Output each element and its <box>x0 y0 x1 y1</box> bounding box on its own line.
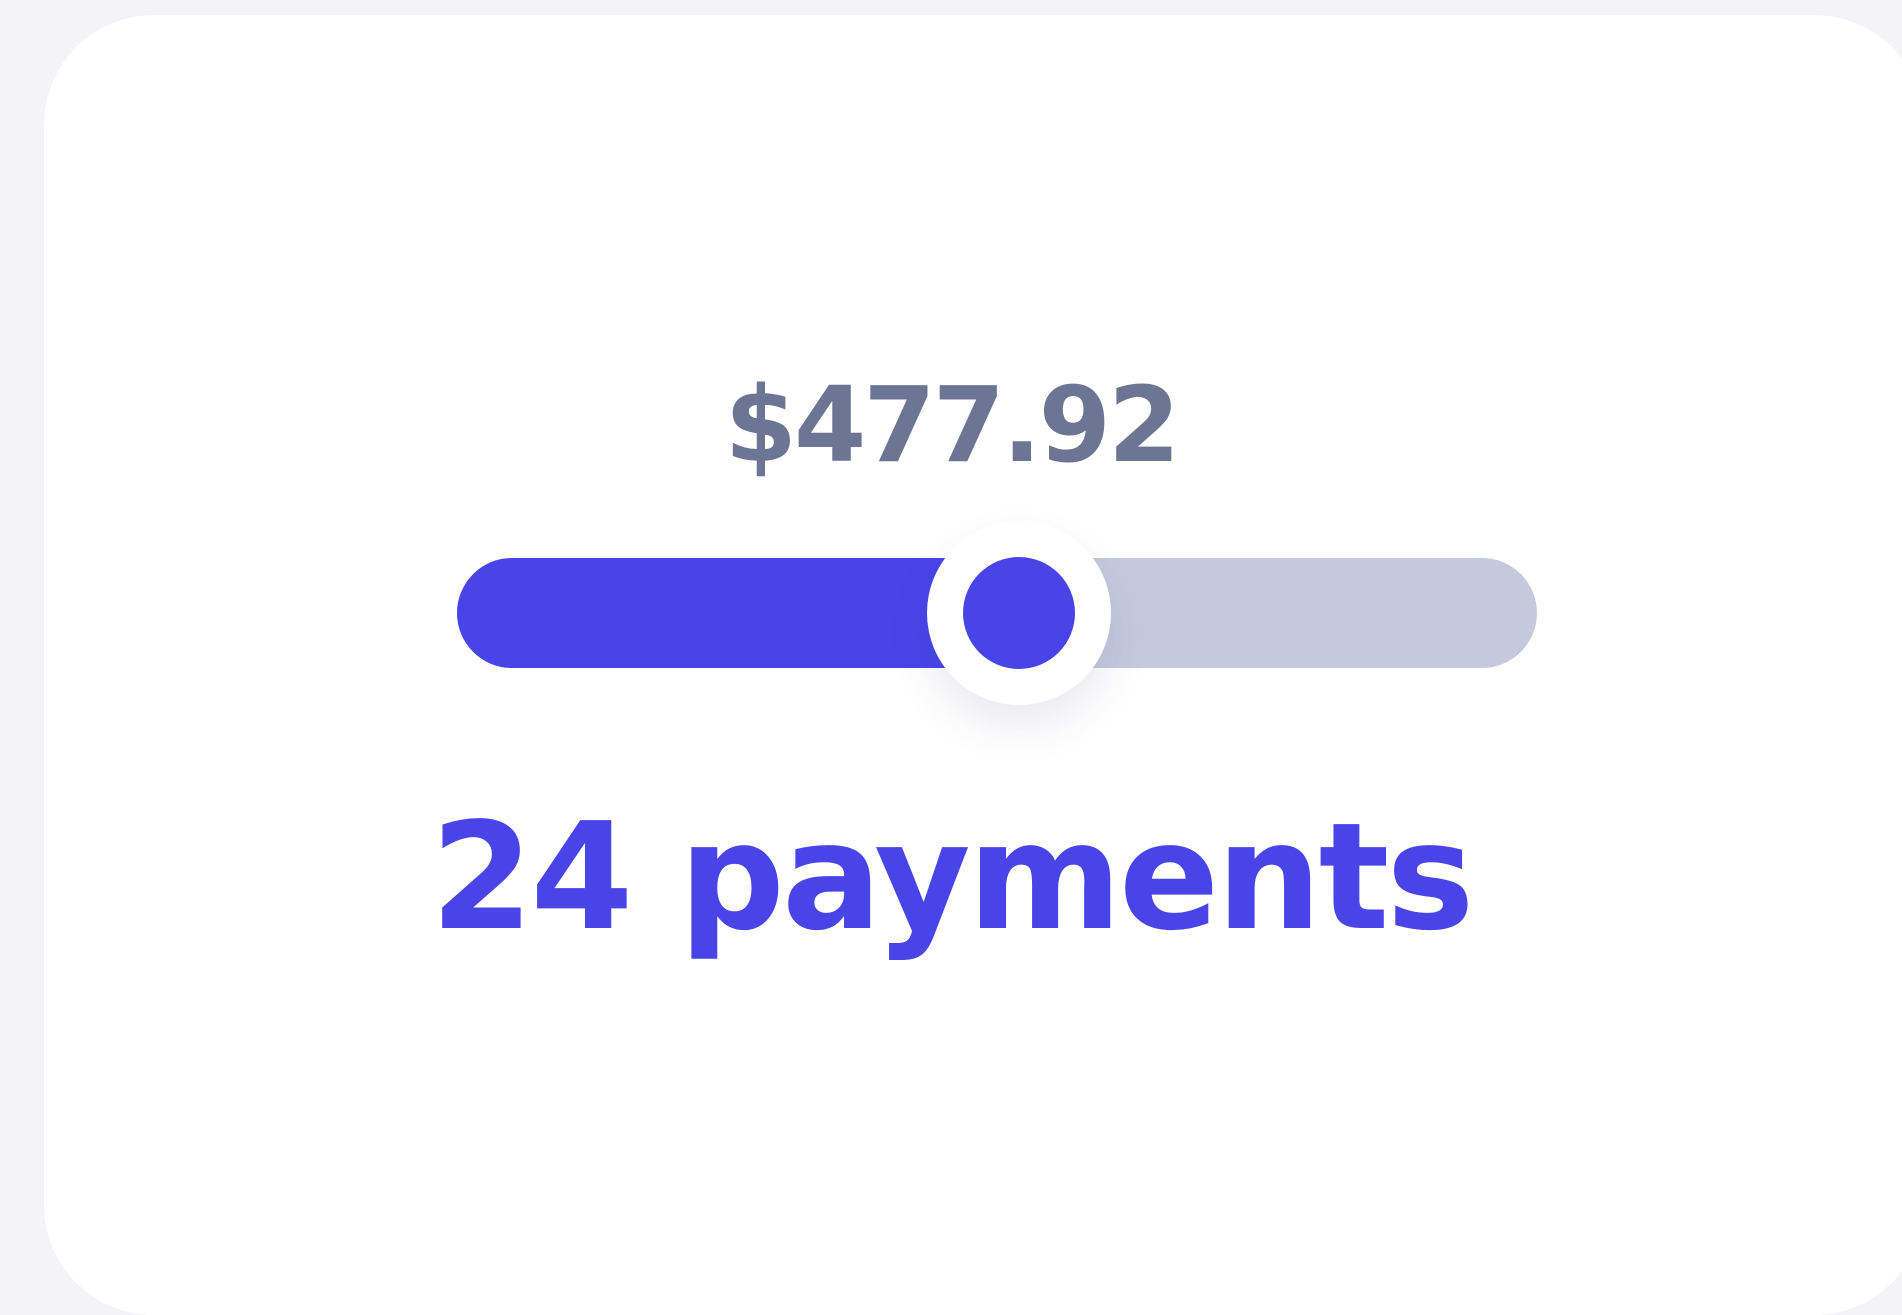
payments-slider[interactable] <box>457 521 1537 705</box>
slider-thumb[interactable] <box>926 521 1111 705</box>
payment-card: $477.92 24 payments <box>44 15 1902 1315</box>
slider-thumb-dot <box>962 557 1075 669</box>
payments-count-label: 24 payments <box>430 791 1474 963</box>
payment-amount: $477.92 <box>724 364 1181 486</box>
